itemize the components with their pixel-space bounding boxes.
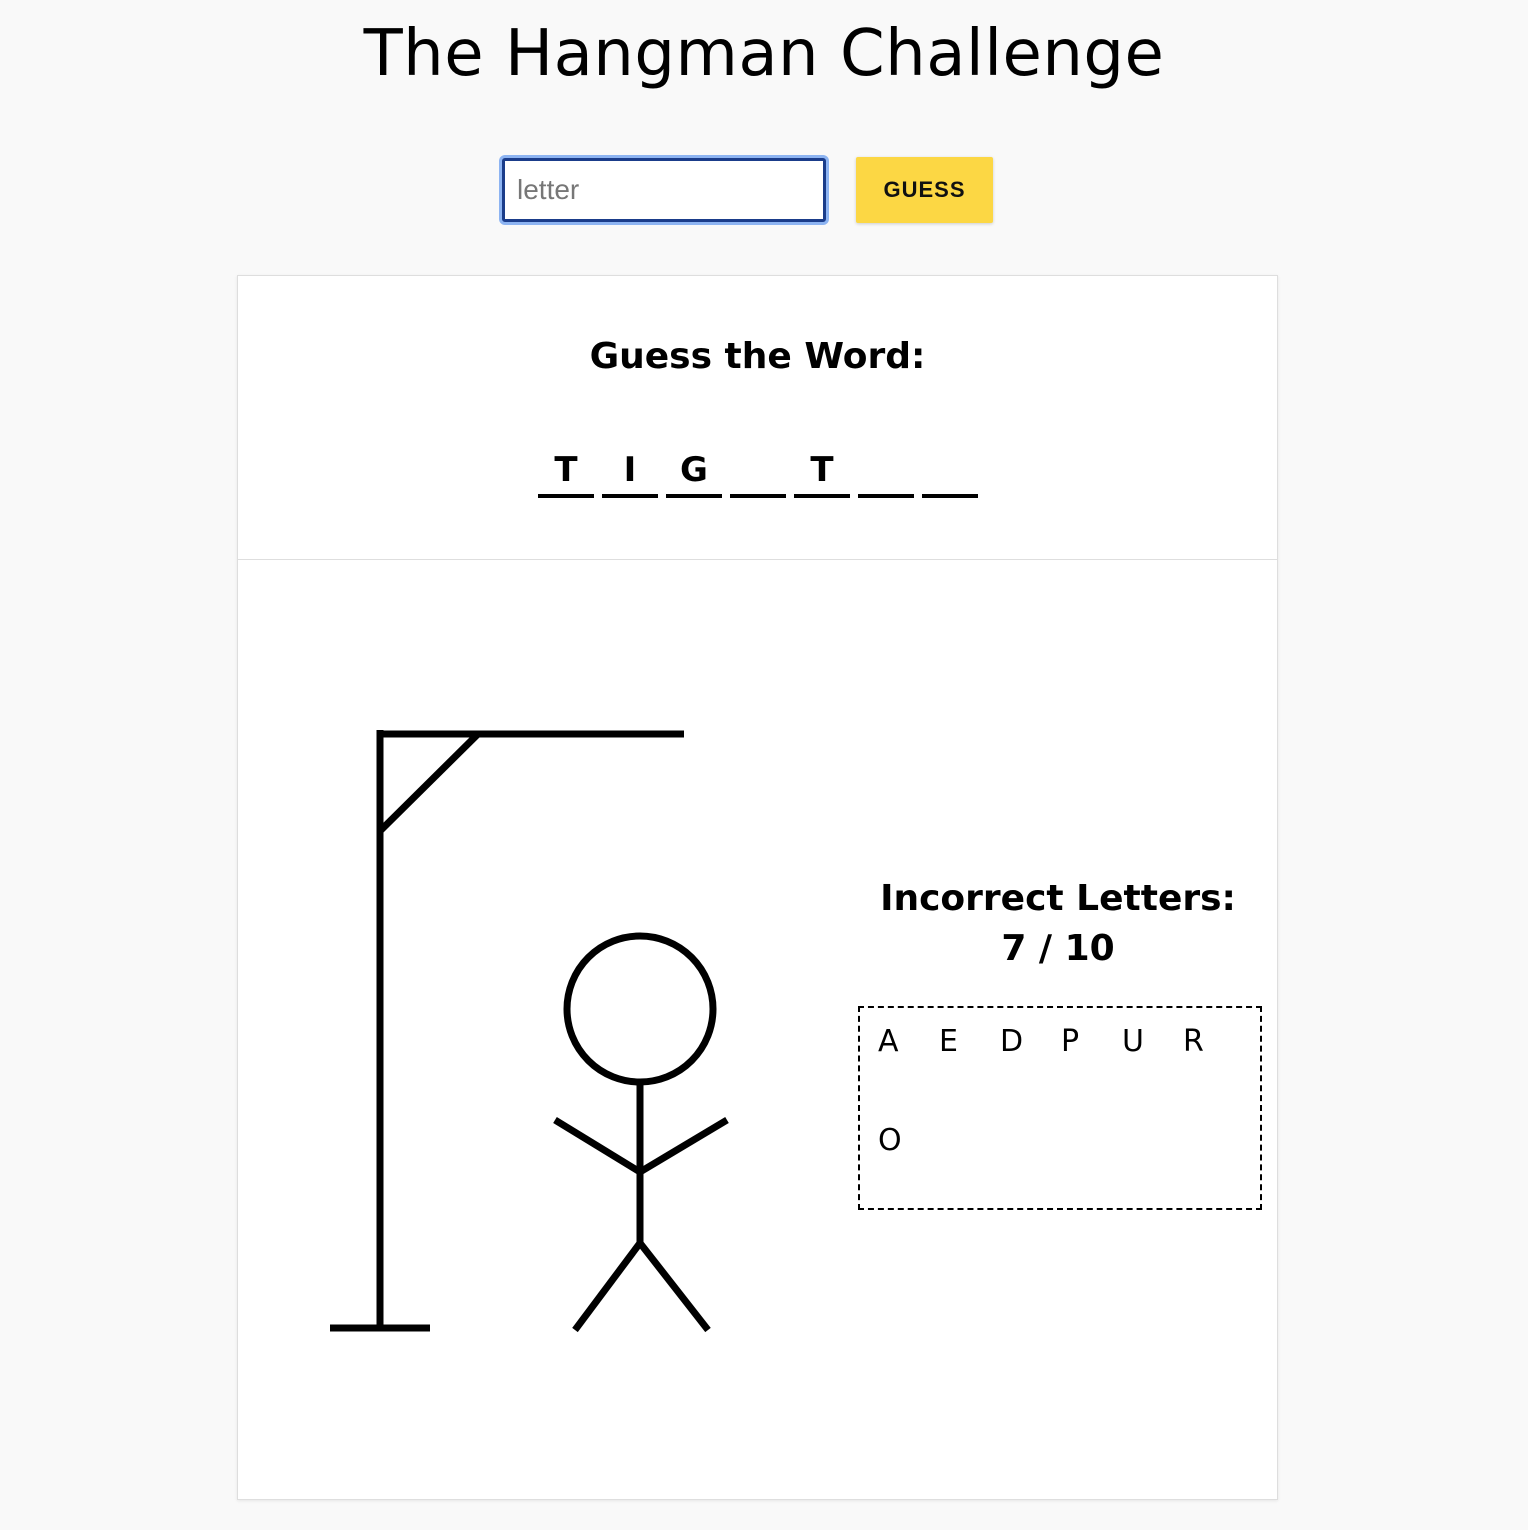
- gallows-brace: [377, 731, 481, 834]
- game-card: Guess the Word: T I G T Incorrect Letter…: [237, 275, 1278, 1500]
- letter-input[interactable]: [502, 158, 826, 222]
- stick-figure: [553, 932, 729, 1333]
- incorrect-letter: R: [1183, 1024, 1204, 1059]
- page-title: The Hangman Challenge: [363, 17, 1165, 91]
- incorrect-letters-box: A E D P U R O: [858, 1006, 1262, 1210]
- incorrect-letter: D: [1000, 1024, 1024, 1059]
- incorrect-letter: P: [1061, 1024, 1080, 1059]
- figure-right-leg: [637, 1240, 711, 1333]
- incorrect-letter: U: [1122, 1024, 1144, 1059]
- incorrect-letter: A: [878, 1024, 899, 1059]
- incorrect-count: 7 / 10: [1001, 928, 1115, 969]
- figure-head: [563, 932, 717, 1086]
- incorrect-letter: E: [939, 1024, 958, 1059]
- gallows: [330, 730, 684, 1332]
- incorrect-letters-label: Incorrect Letters:: [880, 878, 1236, 919]
- incorrect-letter: O: [878, 1123, 902, 1158]
- guess-button[interactable]: GUESS: [856, 157, 993, 223]
- incorrect-letters-heading: Incorrect Letters: 7 / 10: [858, 874, 1258, 974]
- figure-right-arm: [638, 1116, 729, 1176]
- figure-left-arm: [553, 1117, 642, 1175]
- figure-left-leg: [572, 1240, 643, 1333]
- guess-form: GUESS: [502, 157, 993, 223]
